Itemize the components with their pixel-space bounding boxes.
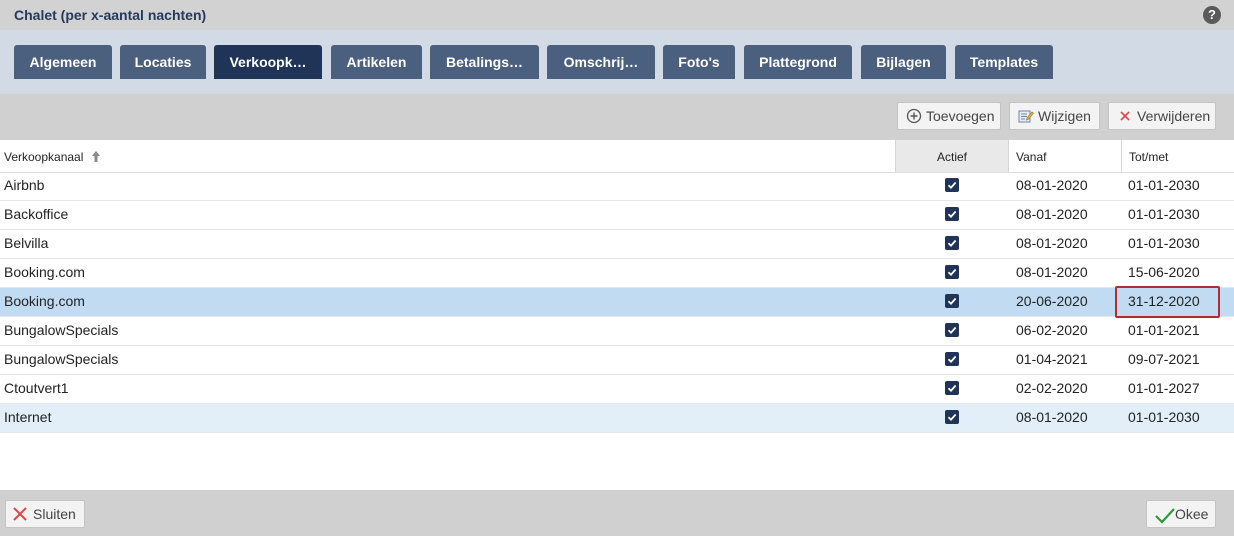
table-row[interactable]: Belvilla 08-01-2020 01-01-2030 — [0, 230, 1234, 259]
cell-until: 01-01-2030 — [1128, 409, 1200, 425]
plus-circle-icon — [906, 108, 922, 124]
tab-artikelen[interactable]: Artikelen — [331, 45, 422, 79]
cell-channel: BungalowSpecials — [4, 351, 119, 367]
checkmark-icon — [947, 297, 957, 306]
checkmark-icon — [1155, 508, 1175, 524]
active-checkbox[interactable] — [945, 352, 959, 366]
checkmark-icon — [947, 413, 957, 422]
cell-channel: Booking.com — [4, 293, 85, 309]
active-checkbox[interactable] — [945, 207, 959, 221]
cell-from: 08-01-2020 — [1016, 409, 1088, 425]
edit-button[interactable]: Wijzigen — [1009, 102, 1100, 130]
active-checkbox[interactable] — [945, 178, 959, 192]
table-row[interactable]: Airbnb 08-01-2020 01-01-2030 — [0, 172, 1234, 201]
cell-channel: Booking.com — [4, 264, 85, 280]
cell-until: 01-01-2030 — [1128, 235, 1200, 251]
tab-algemeen[interactable]: Algemeen — [14, 45, 112, 79]
delete-button-label: Verwijderen — [1137, 108, 1211, 124]
checkmark-icon — [947, 210, 957, 219]
title-bar: Chalet (per x-aantal nachten) ? — [0, 0, 1234, 30]
active-checkbox[interactable] — [945, 236, 959, 250]
add-button[interactable]: Toevoegen — [897, 102, 1001, 130]
cell-from: 08-01-2020 — [1016, 264, 1088, 280]
tab-betalingen[interactable]: Betalings… — [430, 45, 539, 79]
cell-until: 15-06-2020 — [1128, 264, 1200, 280]
tab-templates[interactable]: Templates — [955, 45, 1053, 79]
cell-from: 08-01-2020 — [1016, 206, 1088, 222]
column-header-from[interactable]: Vanaf — [1008, 140, 1121, 172]
ok-button[interactable]: Okee — [1146, 500, 1216, 528]
tab-fotos[interactable]: Foto's — [663, 45, 735, 79]
active-checkbox[interactable] — [945, 323, 959, 337]
edit-icon — [1018, 110, 1034, 123]
checkmark-icon — [947, 181, 957, 190]
window-title: Chalet (per x-aantal nachten) — [14, 7, 207, 23]
sort-ascending-icon — [91, 151, 100, 162]
cell-from: 06-02-2020 — [1016, 322, 1088, 338]
checkmark-icon — [947, 326, 957, 335]
cell-channel: BungalowSpecials — [4, 322, 119, 338]
table-row-selected[interactable]: Booking.com 20-06-2020 31-12-2020 — [0, 288, 1234, 317]
checkmark-icon — [947, 239, 957, 248]
tab-omschrijvingen[interactable]: Omschrij… — [547, 45, 655, 79]
column-header-until[interactable]: Tot/met — [1121, 140, 1234, 172]
table-row[interactable]: BungalowSpecials 06-02-2020 01-01-2021 — [0, 317, 1234, 346]
active-checkbox[interactable] — [945, 294, 959, 308]
tab-bijlagen[interactable]: Bijlagen — [861, 45, 946, 79]
close-button-label: Sluiten — [33, 506, 76, 522]
add-button-label: Toevoegen — [926, 108, 995, 124]
cell-channel: Airbnb — [4, 177, 45, 193]
cell-from: 08-01-2020 — [1016, 177, 1088, 193]
toolbar: Toevoegen Wijzigen Verwijderen — [0, 94, 1234, 140]
table-row[interactable]: Ctoutvert1 02-02-2020 01-01-2027 — [0, 375, 1234, 404]
cell-until: 09-07-2021 — [1128, 351, 1200, 367]
cell-channel: Belvilla — [4, 235, 49, 251]
cell-channel: Internet — [4, 409, 52, 425]
cell-from: 08-01-2020 — [1016, 235, 1088, 251]
delete-icon — [1120, 111, 1130, 121]
table-row[interactable]: Booking.com 08-01-2020 15-06-2020 — [0, 259, 1234, 288]
cell-until: 01-01-2021 — [1128, 322, 1200, 338]
cell-until: 01-01-2027 — [1128, 380, 1200, 396]
cell-channel: Ctoutvert1 — [4, 380, 69, 396]
highlight-box — [1115, 286, 1220, 318]
checkmark-icon — [947, 384, 957, 393]
tab-bar: Algemeen Locaties Verkoopk… Artikelen Be… — [0, 30, 1234, 94]
column-header-channel-label: Verkoopkanaal — [4, 150, 84, 164]
help-icon[interactable]: ? — [1203, 6, 1221, 24]
tab-locaties[interactable]: Locaties — [120, 45, 206, 79]
close-icon — [13, 507, 27, 521]
cell-from: 20-06-2020 — [1016, 293, 1088, 309]
column-header-channel[interactable]: Verkoopkanaal — [4, 140, 894, 172]
cell-channel: Backoffice — [4, 206, 69, 222]
active-checkbox[interactable] — [945, 265, 959, 279]
cell-from: 01-04-2021 — [1016, 351, 1088, 367]
table-row-hovered[interactable]: Internet 08-01-2020 01-01-2030 — [0, 404, 1234, 433]
delete-button[interactable]: Verwijderen — [1108, 102, 1216, 130]
active-checkbox[interactable] — [945, 410, 959, 424]
checkmark-icon — [947, 268, 957, 277]
edit-button-label: Wijzigen — [1038, 108, 1091, 124]
footer-bar: Sluiten Okee — [0, 490, 1234, 536]
table-row[interactable]: Backoffice 08-01-2020 01-01-2030 — [0, 201, 1234, 230]
cell-from: 02-02-2020 — [1016, 380, 1088, 396]
column-header-active[interactable]: Actief — [895, 140, 1008, 172]
active-checkbox[interactable] — [945, 381, 959, 395]
table-header: Verkoopkanaal Actief Vanaf Tot/met — [0, 140, 1234, 173]
cell-until: 01-01-2030 — [1128, 177, 1200, 193]
ok-button-label: Okee — [1175, 506, 1209, 522]
tab-plattegrond[interactable]: Plattegrond — [744, 45, 852, 79]
checkmark-icon — [947, 355, 957, 364]
table-row[interactable]: BungalowSpecials 01-04-2021 09-07-2021 — [0, 346, 1234, 375]
close-button[interactable]: Sluiten — [5, 500, 85, 528]
tab-verkoopkanalen[interactable]: Verkoopk… — [214, 45, 322, 79]
cell-until: 01-01-2030 — [1128, 206, 1200, 222]
